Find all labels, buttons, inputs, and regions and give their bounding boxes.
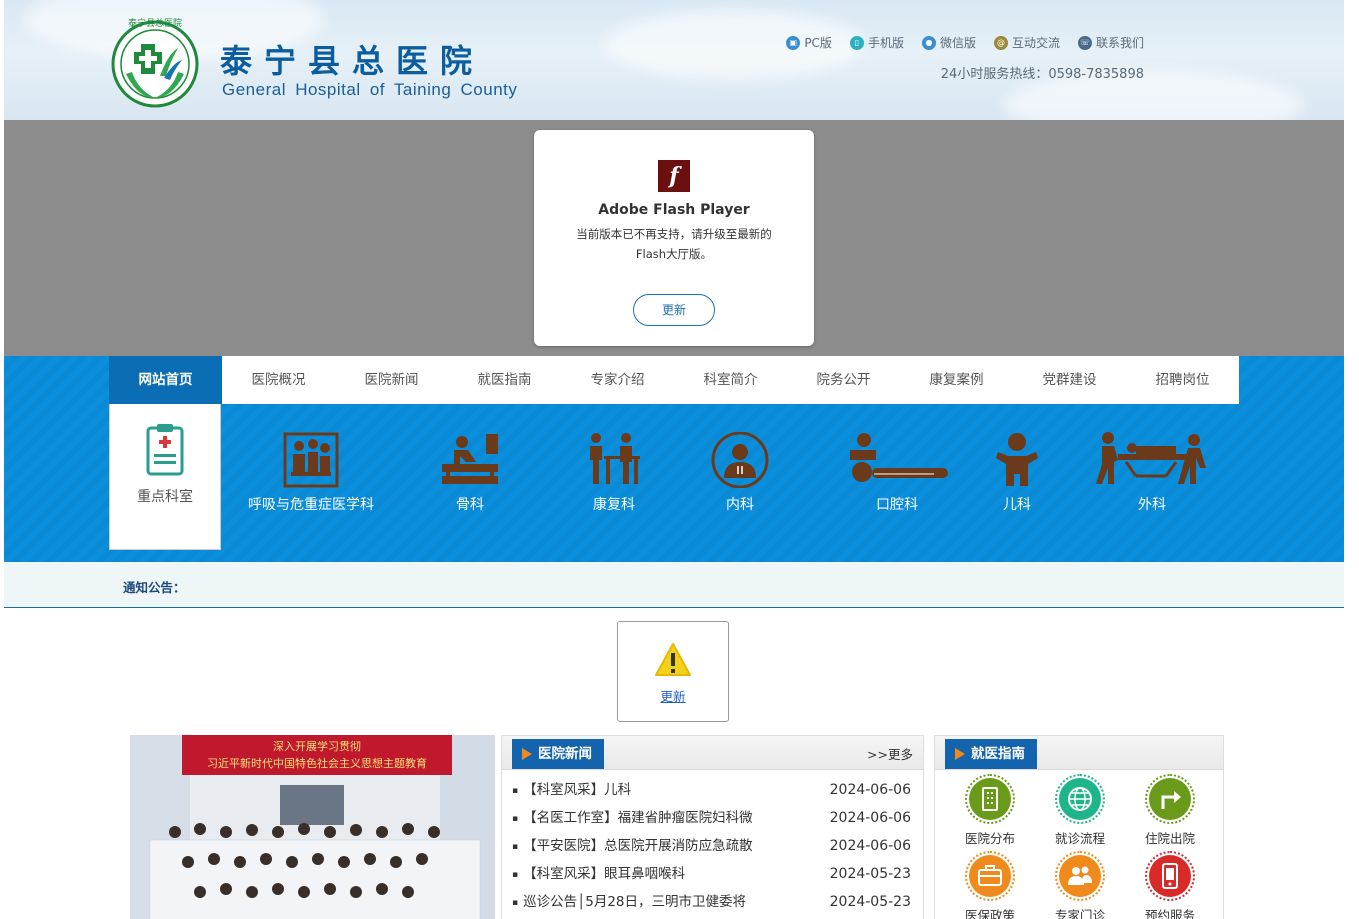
- news-list: 【科室风采】儿科 2024-06-06 【名医工作室】福建省肿瘤医院妇科微 20…: [502, 770, 923, 916]
- dept-stomatology[interactable]: 口腔科: [844, 432, 950, 514]
- guide-hospital-distribution[interactable]: 医院分布: [945, 774, 1035, 847]
- guide-appointment-service[interactable]: 预约服务: [1125, 851, 1215, 919]
- internal-medicine-icon: [711, 432, 769, 488]
- site-title-cn: 泰宁县总医院: [220, 42, 485, 80]
- guide-admission-discharge[interactable]: 住院出院: [1125, 774, 1215, 847]
- mobile-icon: [1149, 855, 1191, 897]
- surgery-stretcher-icon: [1096, 432, 1206, 484]
- dept-respiratory[interactable]: 呼吸与危重症医学科: [248, 432, 374, 514]
- key-departments-tab[interactable]: 重点科室: [109, 404, 221, 550]
- site-title-en: General Hospital of Taining County: [222, 80, 518, 99]
- nav-item-home[interactable]: 网站首页: [109, 356, 222, 404]
- news-item[interactable]: 【平安医院】总医院开展消防应急疏散 2024-06-06: [512, 832, 911, 860]
- news-photo[interactable]: 深入开展学习贯彻 习近平新时代中国特色社会主义思想主题教育: [130, 735, 495, 919]
- site-header: 泰宁县总医院 泰宁县总医院 General Hospital of Tainin…: [4, 0, 1344, 120]
- guide-visit-process[interactable]: 就诊流程: [1035, 774, 1125, 847]
- dental-icon: [850, 433, 948, 482]
- users-icon: [1059, 855, 1101, 897]
- warning-icon: [655, 643, 691, 676]
- news-item[interactable]: 【科室风采】儿科 2024-06-06: [512, 776, 911, 804]
- svg-text:深入开展学习贯彻: 深入开展学习贯彻: [273, 739, 361, 753]
- news-item[interactable]: 【科室风采】眼耳鼻咽喉科 2024-05-23: [512, 860, 911, 888]
- respiratory-care-icon: [283, 432, 339, 488]
- guide-grid: 医院分布 就诊流程 住院出院 医保政策 专家门诊 预约服务: [935, 770, 1223, 919]
- dept-internal-medicine[interactable]: 内科: [710, 432, 770, 514]
- dept-pediatrics[interactable]: 儿科: [994, 432, 1040, 514]
- guide-expert-clinic[interactable]: 专家门诊: [1035, 851, 1125, 919]
- mobile-icon: ▯: [849, 35, 864, 50]
- flash-player-card: f Adobe Flash Player 当前版本已不再支持，请升级至最新的Fl…: [534, 130, 814, 346]
- top-links: ▣ PC版 ▯ 手机版 ● 微信版 @ 互动交流 ☏ 联系我们: [786, 34, 1144, 51]
- nav-item-overview[interactable]: 医院概况: [222, 356, 335, 404]
- dept-orthopedics[interactable]: 骨科: [440, 432, 500, 514]
- svg-text:习近平新时代中国特色社会主义思想主题教育: 习近平新时代中国特色社会主义思想主题教育: [207, 756, 427, 770]
- notice-bar: 通知公告：: [4, 562, 1344, 608]
- phone-icon: ☏: [1077, 35, 1092, 50]
- rehabilitation-icon: [590, 433, 640, 484]
- globe-icon: [1059, 778, 1101, 820]
- dept-surgery[interactable]: 外科: [1096, 432, 1208, 514]
- nav-item-affairs[interactable]: 院务公开: [787, 356, 900, 404]
- nav-department-band: 网站首页 医院概况 医院新闻 就医指南 专家介绍 科室简介 院务公开 康复案例 …: [4, 356, 1344, 562]
- news-item[interactable]: 【名医工作室】福建省肿瘤医院妇科微 2024-06-06: [512, 804, 911, 832]
- nav-item-party[interactable]: 党群建设: [1013, 356, 1126, 404]
- hospital-emblem-icon: 泰宁县总医院: [111, 17, 199, 108]
- nav-item-experts[interactable]: 专家介绍: [561, 356, 674, 404]
- nav-item-news[interactable]: 医院新闻: [335, 356, 448, 404]
- flash-title: Adobe Flash Player: [598, 202, 750, 218]
- top-link-contact[interactable]: ☏ 联系我们: [1077, 34, 1144, 51]
- notice-label: 通知公告：: [123, 580, 186, 595]
- flash-player-icon: f: [658, 160, 690, 192]
- top-link-interact[interactable]: @ 互动交流: [993, 34, 1060, 51]
- guide-panel-title: 就医指南: [945, 739, 1037, 769]
- child-icon: [996, 433, 1038, 486]
- wechat-icon: ●: [921, 35, 936, 50]
- briefcase-icon: [969, 855, 1011, 897]
- nav-item-jobs[interactable]: 招聘岗位: [1126, 356, 1239, 404]
- top-link-mobile[interactable]: ▯ 手机版: [849, 34, 904, 51]
- flash-message: 当前版本已不再支持，请升级至最新的Flash大厅版。: [576, 227, 772, 261]
- nav-item-rehab-cases[interactable]: 康复案例: [900, 356, 1013, 404]
- nav-item-departments[interactable]: 科室简介: [674, 356, 787, 404]
- news-panel-title: 医院新闻: [512, 739, 604, 769]
- hospital-news-panel: 医院新闻 >>更多 【科室风采】儿科 2024-06-06 【名医工作室】福建省…: [501, 735, 924, 919]
- dept-rehabilitation[interactable]: 康复科: [586, 432, 642, 514]
- top-link-wechat[interactable]: ● 微信版: [921, 34, 976, 51]
- arrow-turn-icon: [1149, 778, 1191, 820]
- plugin-update-link[interactable]: 更新: [618, 686, 728, 705]
- building-icon: [969, 778, 1011, 820]
- medical-guide-panel: 就医指南 医院分布 就诊流程 住院出院 医保政策 专家门诊 预约服务: [934, 735, 1224, 919]
- svg-text:泰宁县总医院: 泰宁县总医院: [128, 17, 182, 29]
- flash-banner-area: f Adobe Flash Player 当前版本已不再支持，请升级至最新的Fl…: [4, 120, 1344, 356]
- news-item[interactable]: 巡诊公告│5月28日，三明市卫健委将 2024-05-23: [512, 888, 911, 916]
- chat-icon: @: [993, 35, 1008, 50]
- top-link-pc[interactable]: ▣ PC版: [786, 34, 832, 51]
- group-photo-image: 深入开展学习贯彻 习近平新时代中国特色社会主义思想主题教育: [130, 735, 495, 919]
- service-hotline: 24小时服务热线：0598-7835898: [940, 67, 1144, 82]
- plugin-missing-box: 更新: [617, 621, 729, 722]
- flash-update-button[interactable]: 更新: [633, 294, 715, 326]
- main-nav: 网站首页 医院概况 医院新闻 就医指南 专家介绍 科室简介 院务公开 康复案例 …: [109, 356, 1239, 404]
- guide-insurance-policy[interactable]: 医保政策: [945, 851, 1035, 919]
- nav-item-guide[interactable]: 就医指南: [448, 356, 561, 404]
- monitor-icon: ▣: [786, 35, 801, 50]
- news-more-link[interactable]: >>更多: [867, 744, 913, 763]
- clipboard-icon: [146, 424, 184, 476]
- orthopedics-icon: [442, 434, 498, 484]
